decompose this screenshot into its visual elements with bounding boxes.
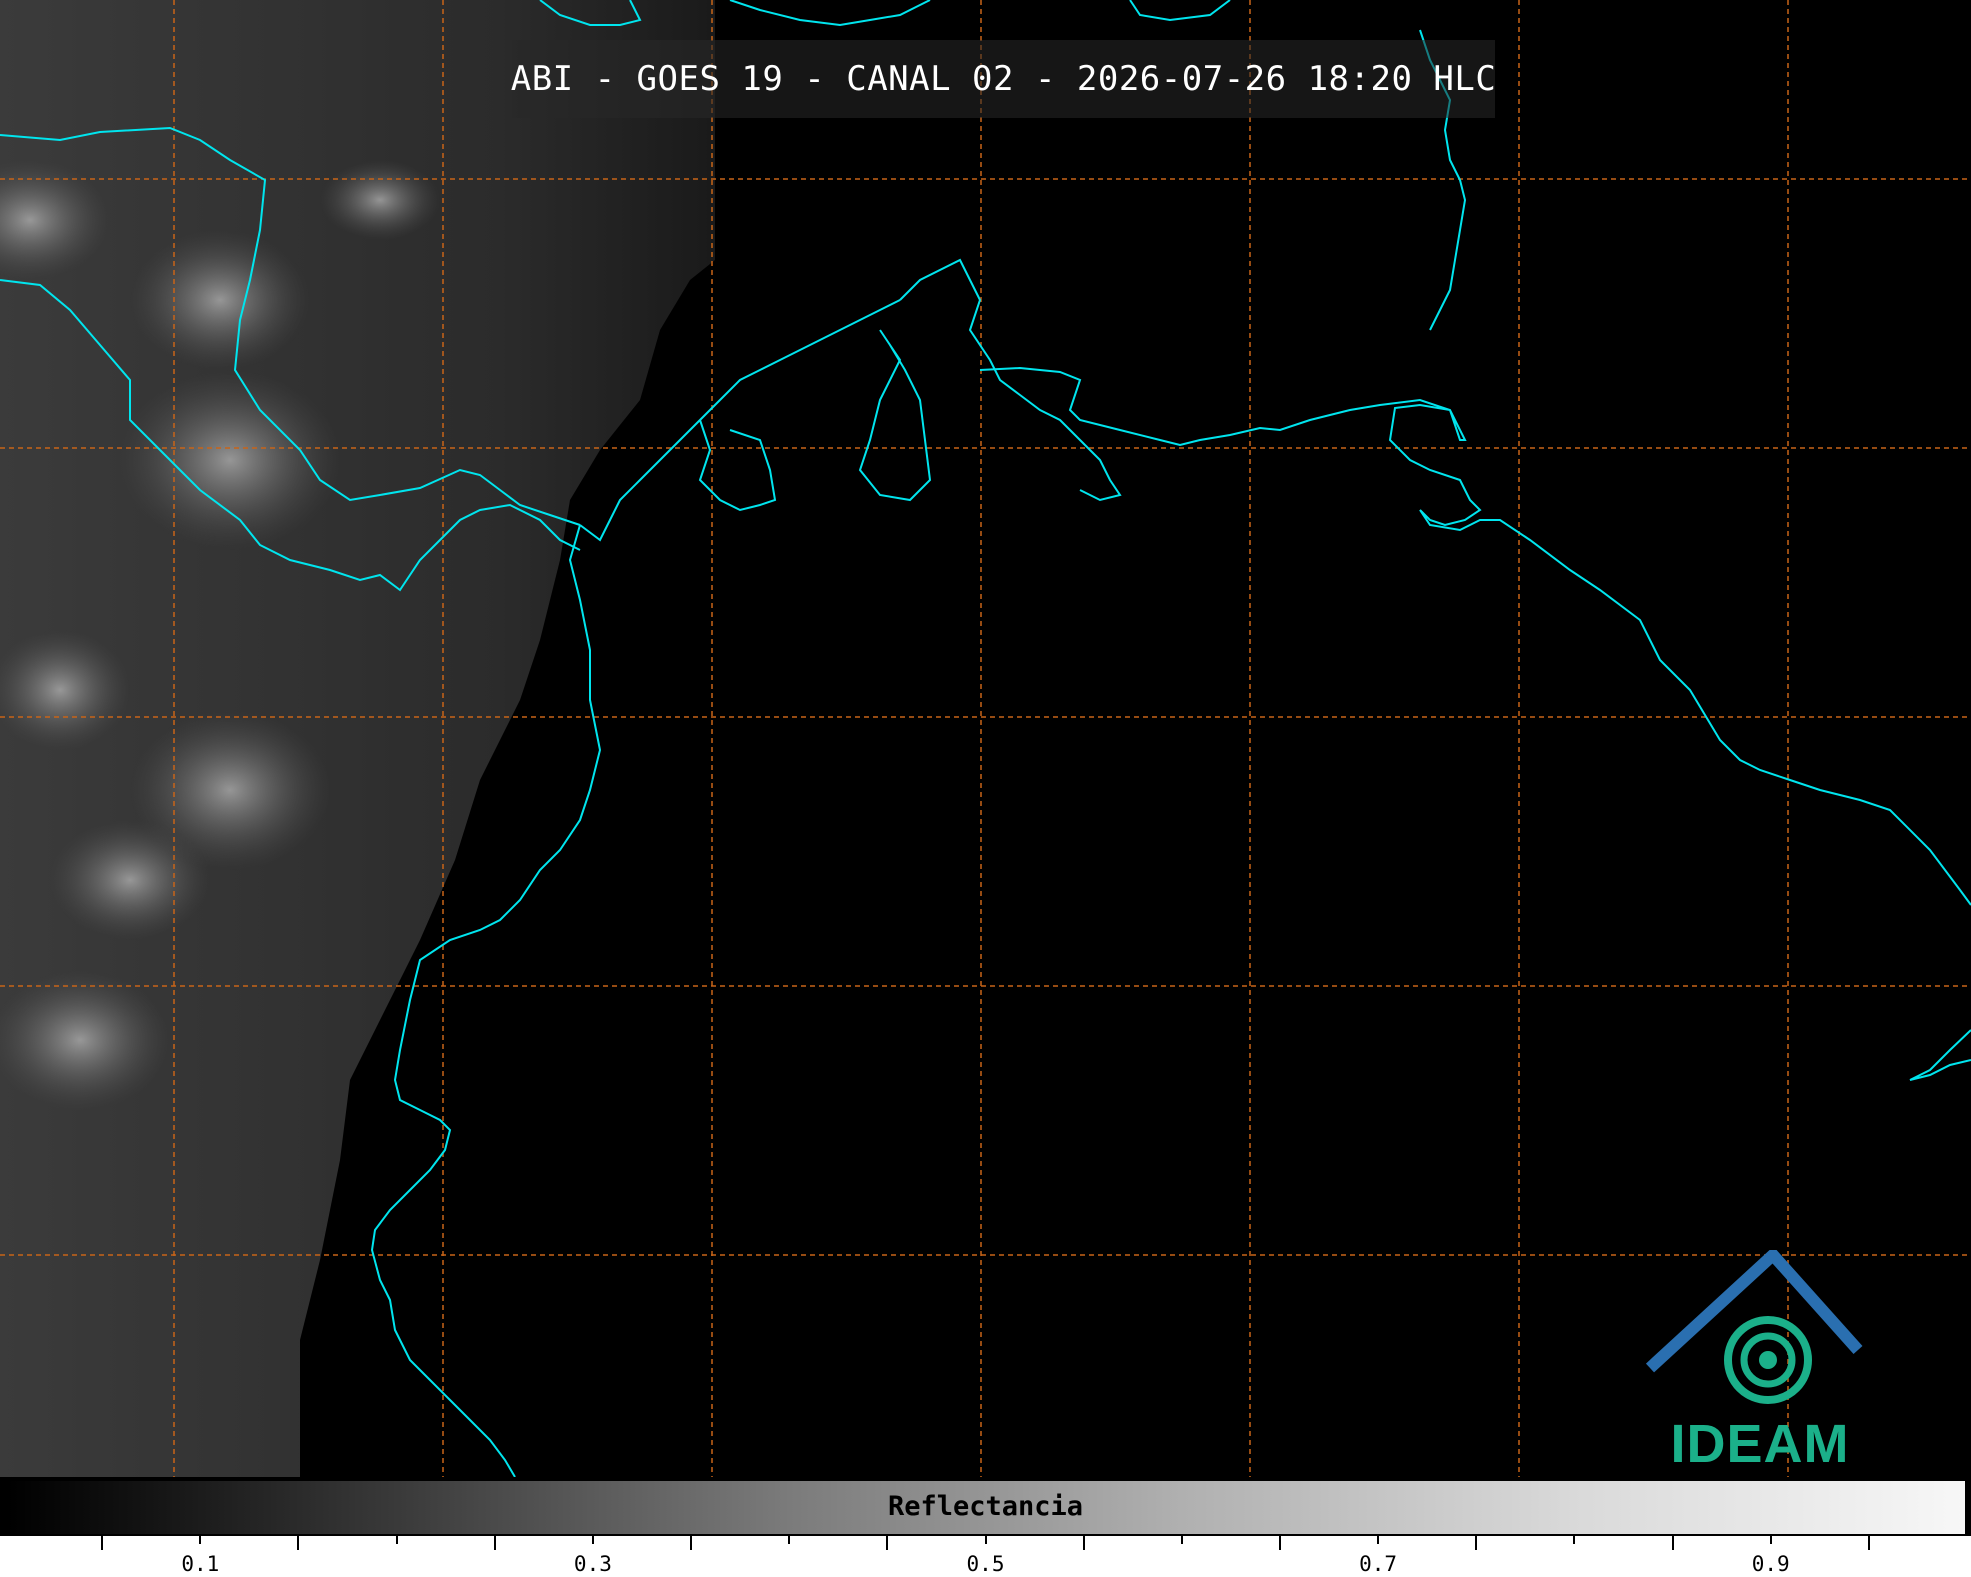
colorbar-tick-mark	[1769, 1536, 1772, 1544]
colorbar-tick-mark	[1671, 1536, 1674, 1550]
colorbar-tick-mark	[101, 1536, 104, 1550]
colorbar-ticks: 0.1 0.3 0.5 0.7 0.9	[0, 1536, 1971, 1577]
colorbar-tick-label: 0.7	[1359, 1552, 1398, 1576]
map-title: ABI - GOES 19 - CANAL 02 - 2026-07-26 18…	[510, 59, 1497, 99]
colorbar-tick-mark	[984, 1536, 987, 1544]
title-banner: ABI - GOES 19 - CANAL 02 - 2026-07-26 18…	[510, 40, 1497, 118]
colorbar-tick-label: 0.1	[181, 1552, 220, 1576]
colorbar-tick-mark	[493, 1536, 496, 1550]
colorbar-tick-mark	[297, 1536, 300, 1550]
ideam-logo-icon	[1645, 1246, 1863, 1404]
colorbar-tick-mark	[1377, 1536, 1380, 1544]
colorbar-tick-mark	[1867, 1536, 1870, 1550]
colorbar-tick-mark	[591, 1536, 594, 1544]
colorbar: Reflectancia	[4, 1479, 1967, 1536]
colorbar-tick-label: 0.3	[573, 1552, 612, 1576]
colorbar-tick-label: 0.5	[966, 1552, 1005, 1576]
colorbar-tick-mark	[1573, 1536, 1576, 1544]
colorbar-tick-mark	[886, 1536, 889, 1550]
colorbar-tick-mark	[1082, 1536, 1085, 1550]
colorbar-tick-mark	[1180, 1536, 1183, 1544]
ideam-logo: IDEAM	[1640, 1246, 1880, 1475]
ideam-logo-text: IDEAM	[1670, 1414, 1850, 1474]
colorbar-tick-mark	[1475, 1536, 1478, 1550]
colorbar-tick-label: 0.9	[1751, 1552, 1790, 1576]
colorbar-tick-mark	[1278, 1536, 1281, 1550]
colorbar-tick-mark	[690, 1536, 693, 1550]
colorbar-tick-mark	[199, 1536, 202, 1544]
colorbar-tick-mark	[788, 1536, 791, 1544]
colorbar-label: Reflectancia	[887, 1491, 1084, 1522]
colorbar-tick-mark	[395, 1536, 398, 1544]
